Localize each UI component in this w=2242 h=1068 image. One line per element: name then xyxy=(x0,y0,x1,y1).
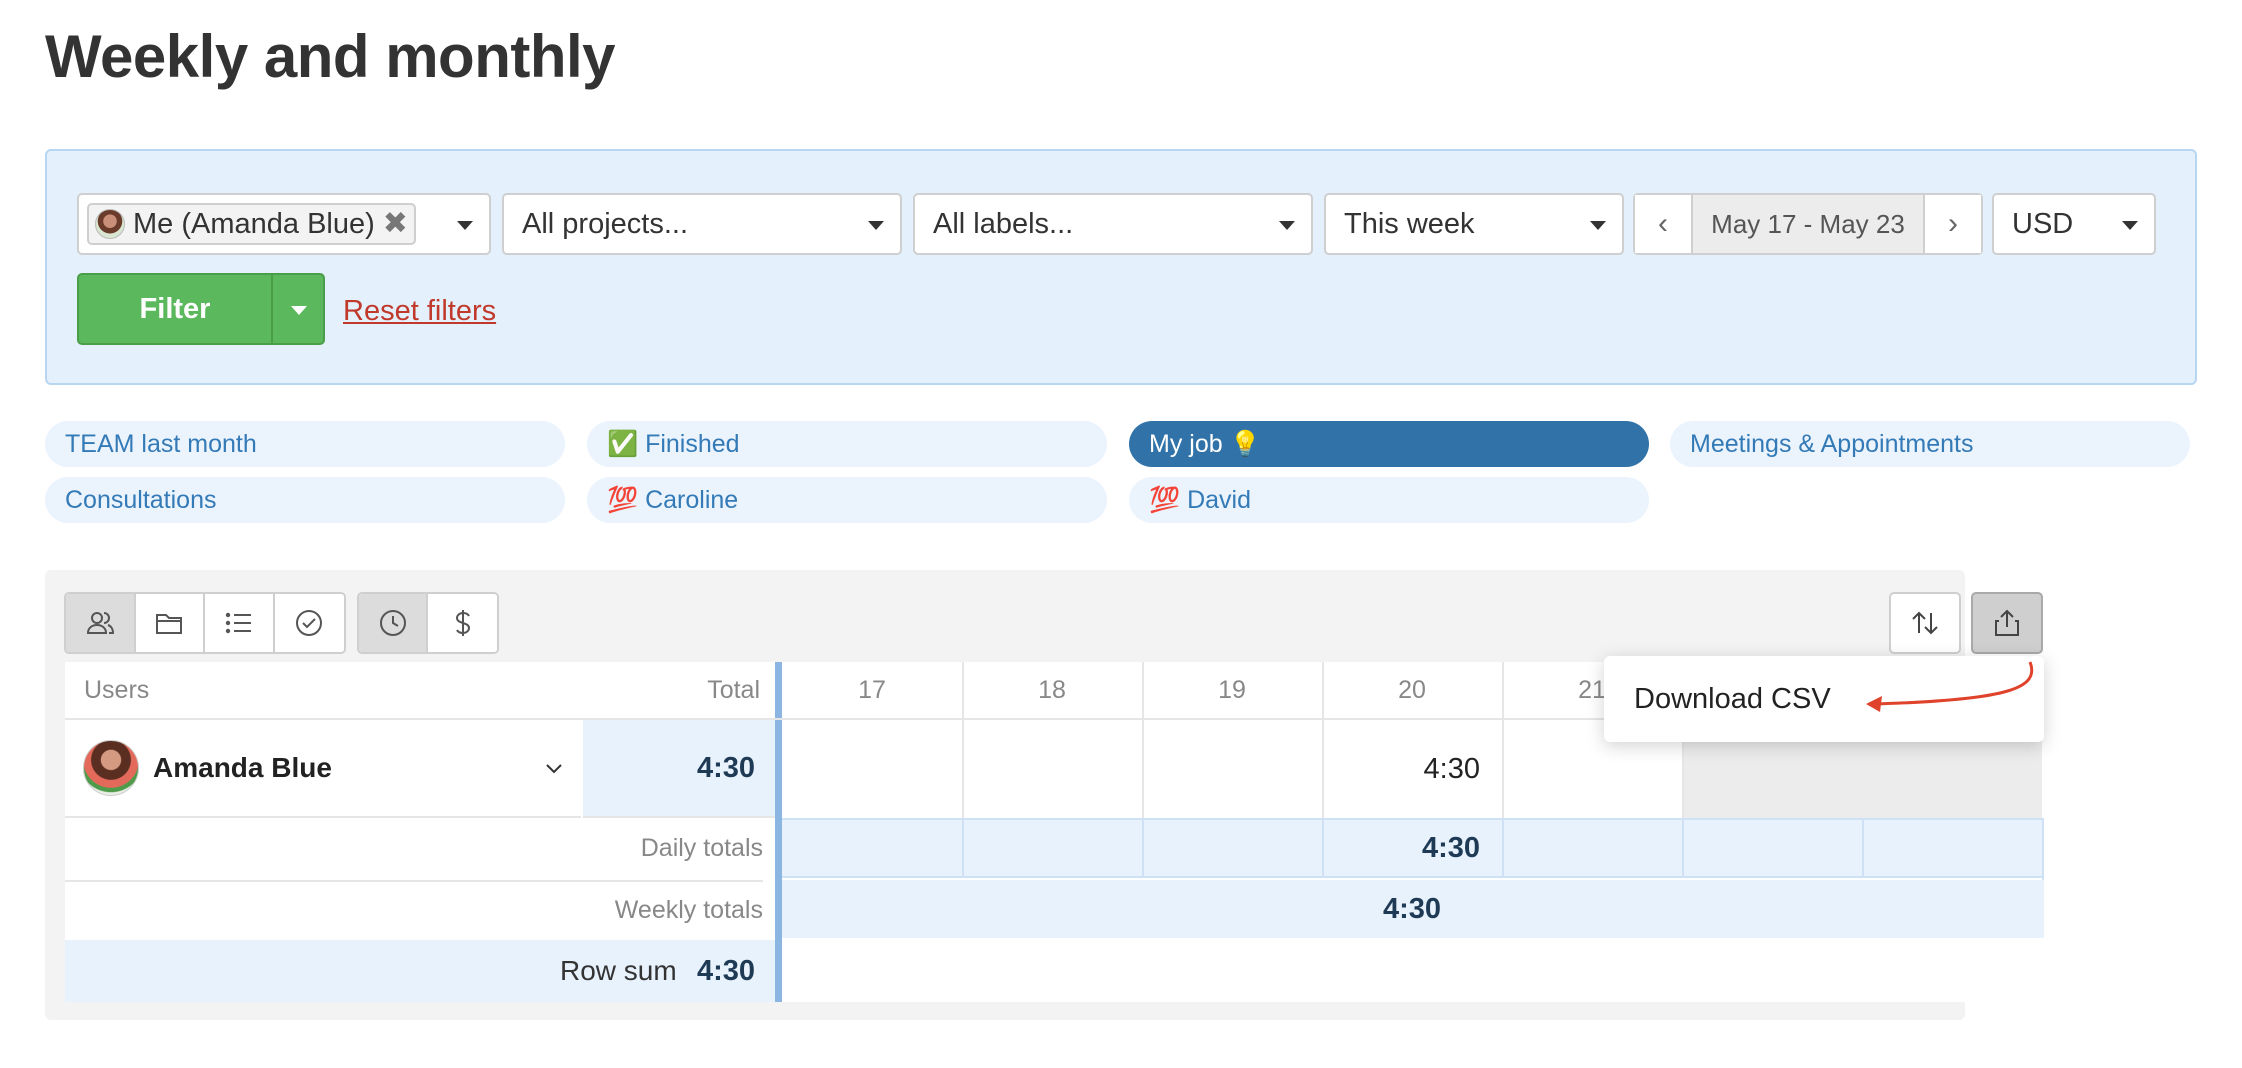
user-avatar-small xyxy=(95,209,125,239)
caret-down-icon xyxy=(868,221,884,230)
column-header-day: 19 xyxy=(1218,675,1246,704)
remove-user-icon[interactable]: ✖ xyxy=(383,209,408,239)
pill-label: Meetings & Appointments xyxy=(1690,429,1974,458)
pill-label: ✅ Finished xyxy=(607,429,740,458)
chevron-down-icon[interactable] xyxy=(543,758,565,780)
pill-label: Consultations xyxy=(65,485,217,514)
table-total-separator xyxy=(775,662,782,1002)
pill-label: 💯 David xyxy=(1149,485,1251,514)
dollar-icon xyxy=(455,610,470,636)
labels-select[interactable]: All labels... xyxy=(913,193,1313,255)
annotation-arrow-icon xyxy=(1866,661,2034,712)
clock-icon xyxy=(379,610,406,636)
column-header-day: 18 xyxy=(1038,675,1066,704)
row-sum-value: 4:30 xyxy=(697,954,756,987)
column-divider xyxy=(1862,818,1864,878)
period-select[interactable]: This week xyxy=(1324,193,1624,255)
filter-options-caret-icon[interactable] xyxy=(273,275,323,343)
user-tag-label: Me (Amanda Blue) xyxy=(133,207,375,240)
saved-filter-team-last-month[interactable]: TEAM last month xyxy=(45,421,565,467)
table-row: Amanda Blue xyxy=(65,720,581,818)
value-mode-buttons xyxy=(357,592,499,654)
currency-select-value: USD xyxy=(2012,207,2074,240)
caret-down-icon xyxy=(2122,221,2138,230)
user-name: Amanda Blue xyxy=(153,752,332,783)
saved-filter-caroline[interactable]: 💯 Caroline xyxy=(587,477,1107,523)
day-value[interactable]: 4:30 xyxy=(1322,720,1502,818)
saved-filter-david[interactable]: 💯 David xyxy=(1129,477,1649,523)
column-header-total: Total xyxy=(707,675,760,704)
group-by-status-button[interactable] xyxy=(274,594,344,652)
column-divider xyxy=(1682,818,1684,878)
download-csv-menu-item[interactable]: Download CSV xyxy=(1634,683,1831,716)
column-header-users: Users xyxy=(84,675,150,704)
filter-panel: Me (Amanda Blue) ✖ All projects... All l… xyxy=(45,149,2197,385)
next-period-button[interactable]: › xyxy=(1923,195,1981,253)
page-title: Weekly and monthly xyxy=(45,23,616,90)
daily-total-value: 4:30 xyxy=(1421,831,1480,864)
saved-filter-meetings[interactable]: Meetings & Appointments xyxy=(1670,421,2190,467)
prev-period-button[interactable]: ‹ xyxy=(1635,195,1693,253)
user-total: 4:30 xyxy=(583,720,775,818)
column-divider xyxy=(962,818,964,878)
user-select[interactable]: Me (Amanda Blue) ✖ xyxy=(77,193,491,255)
period-select-value: This week xyxy=(1344,207,1475,240)
sort-arrows-icon xyxy=(1912,611,1938,635)
caret-down-icon xyxy=(1279,221,1295,230)
column-header-day: 17 xyxy=(858,675,886,704)
column-divider xyxy=(1142,818,1144,878)
pill-label: My job 💡 xyxy=(1149,429,1261,458)
group-by-buttons xyxy=(64,592,346,654)
pill-label: 💯 Caroline xyxy=(607,485,739,514)
pill-label: TEAM last month xyxy=(65,429,257,458)
caret-down-icon xyxy=(457,221,473,230)
daily-totals-label: Daily totals xyxy=(640,833,763,862)
avatar xyxy=(83,740,139,796)
sort-button[interactable] xyxy=(1889,592,1961,654)
row-sum-label: Row sum xyxy=(560,955,677,986)
projects-select[interactable]: All projects... xyxy=(502,193,902,255)
export-button[interactable] xyxy=(1971,592,2043,654)
folder-icon xyxy=(156,614,183,634)
money-mode-button[interactable] xyxy=(428,594,497,652)
filter-button-group: Filter xyxy=(77,273,325,345)
labels-select-value: All labels... xyxy=(933,207,1074,240)
saved-filter-consultations[interactable]: Consultations xyxy=(45,477,565,523)
weekly-totals-label: Weekly totals xyxy=(65,880,763,938)
column-header-day: 20 xyxy=(1398,675,1426,704)
weekly-total-value: 4:30 xyxy=(1382,892,1442,925)
filter-button[interactable]: Filter xyxy=(79,275,273,343)
user-tag: Me (Amanda Blue) ✖ xyxy=(87,203,416,245)
share-export-icon xyxy=(1995,609,2019,636)
users-icon xyxy=(86,612,114,634)
date-range-nav: ‹ May 17 - May 23 › xyxy=(1633,193,1983,255)
check-circle-icon xyxy=(296,610,323,636)
group-by-projects-button[interactable] xyxy=(135,594,205,652)
reset-filters-link[interactable]: Reset filters xyxy=(343,295,496,328)
projects-select-value: All projects... xyxy=(522,207,688,240)
date-range-label: May 17 - May 23 xyxy=(1711,208,1905,239)
group-by-tasks-button[interactable] xyxy=(205,594,275,652)
list-icon xyxy=(225,612,251,634)
currency-select[interactable]: USD xyxy=(1992,193,2156,255)
column-divider xyxy=(1502,818,1504,878)
saved-filter-finished[interactable]: ✅ Finished xyxy=(587,421,1107,467)
time-mode-button[interactable] xyxy=(359,594,429,652)
caret-down-icon xyxy=(1590,221,1606,230)
group-by-users-button[interactable] xyxy=(66,594,136,652)
saved-filter-my-job[interactable]: My job 💡 xyxy=(1129,421,1649,467)
